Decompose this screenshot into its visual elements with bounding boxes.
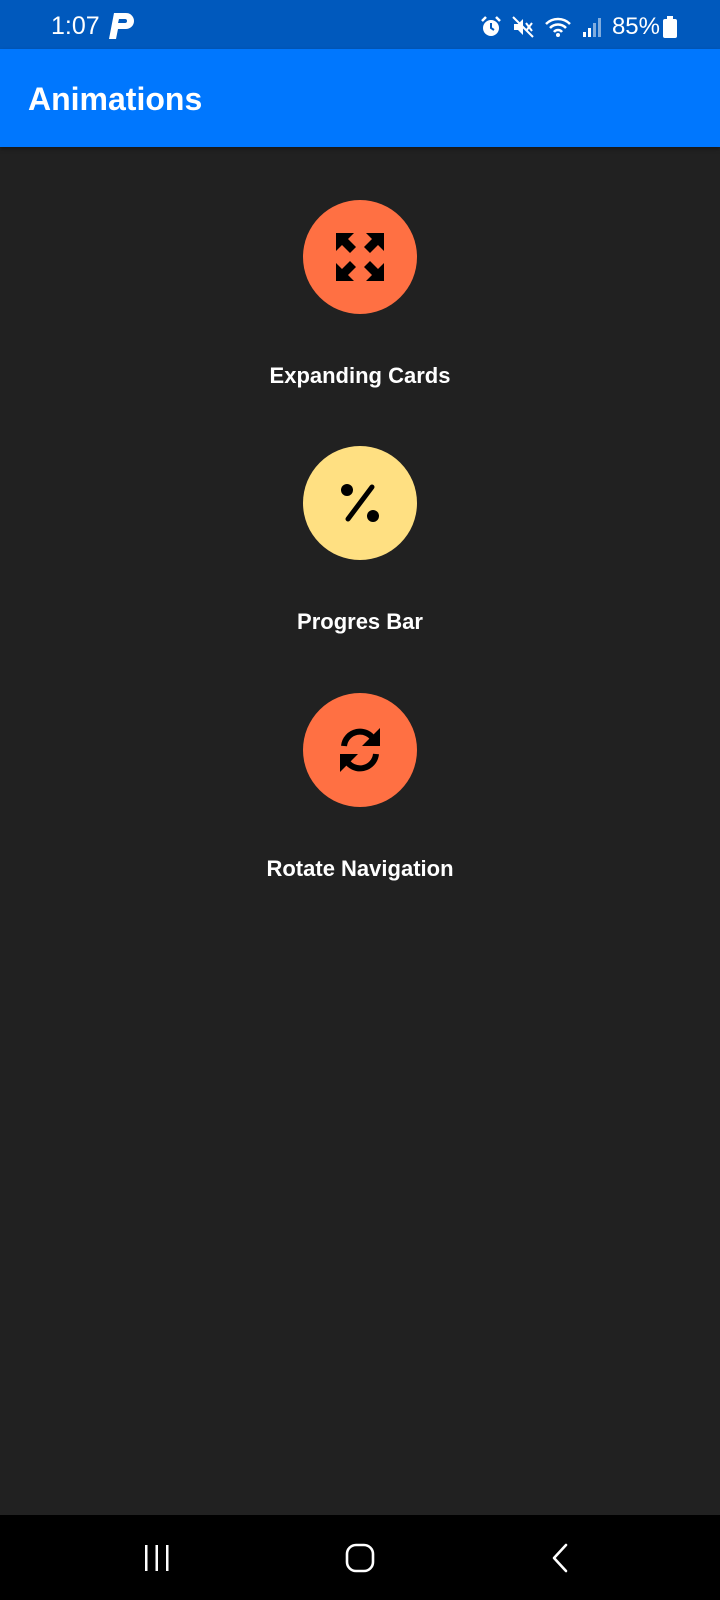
app-bar: Animations <box>0 49 720 147</box>
expanding-cards-button[interactable] <box>303 200 417 314</box>
progress-bar-label: Progres Bar <box>297 609 423 634</box>
percent-icon <box>341 484 379 522</box>
alarm-icon <box>481 16 501 36</box>
signal-icon <box>582 18 601 37</box>
recent-apps-icon <box>145 1544 169 1571</box>
back-icon <box>552 1543 568 1572</box>
p-app-icon <box>108 13 136 39</box>
home-button[interactable] <box>300 1515 420 1600</box>
menu-item-progress-bar[interactable]: Progres Bar <box>0 446 720 666</box>
rotate-navigation-button[interactable] <box>303 693 417 807</box>
status-icons: 85% <box>480 13 677 41</box>
home-icon <box>345 1543 375 1572</box>
recent-apps-button[interactable] <box>97 1515 217 1600</box>
status-bar: 1:07 85% <box>0 0 720 49</box>
battery-icon <box>663 16 677 38</box>
menu-item-expanding-cards[interactable]: Expanding Cards <box>0 200 720 420</box>
expand-arrows-icon <box>336 233 384 281</box>
system-nav-bar <box>0 1515 720 1600</box>
expanding-cards-label: Expanding Cards <box>269 363 451 388</box>
rotate-navigation-label: Rotate Navigation <box>266 856 454 881</box>
progress-bar-button[interactable] <box>303 446 417 560</box>
status-time: 1:07 <box>51 12 100 40</box>
battery-percentage: 85% <box>611 13 660 40</box>
mute-icon <box>512 16 534 38</box>
back-button[interactable] <box>500 1515 620 1600</box>
sync-icon <box>340 728 380 772</box>
page-title: Animations <box>28 81 203 117</box>
menu-item-rotate-navigation[interactable]: Rotate Navigation <box>0 693 720 913</box>
wifi-icon <box>545 17 571 37</box>
